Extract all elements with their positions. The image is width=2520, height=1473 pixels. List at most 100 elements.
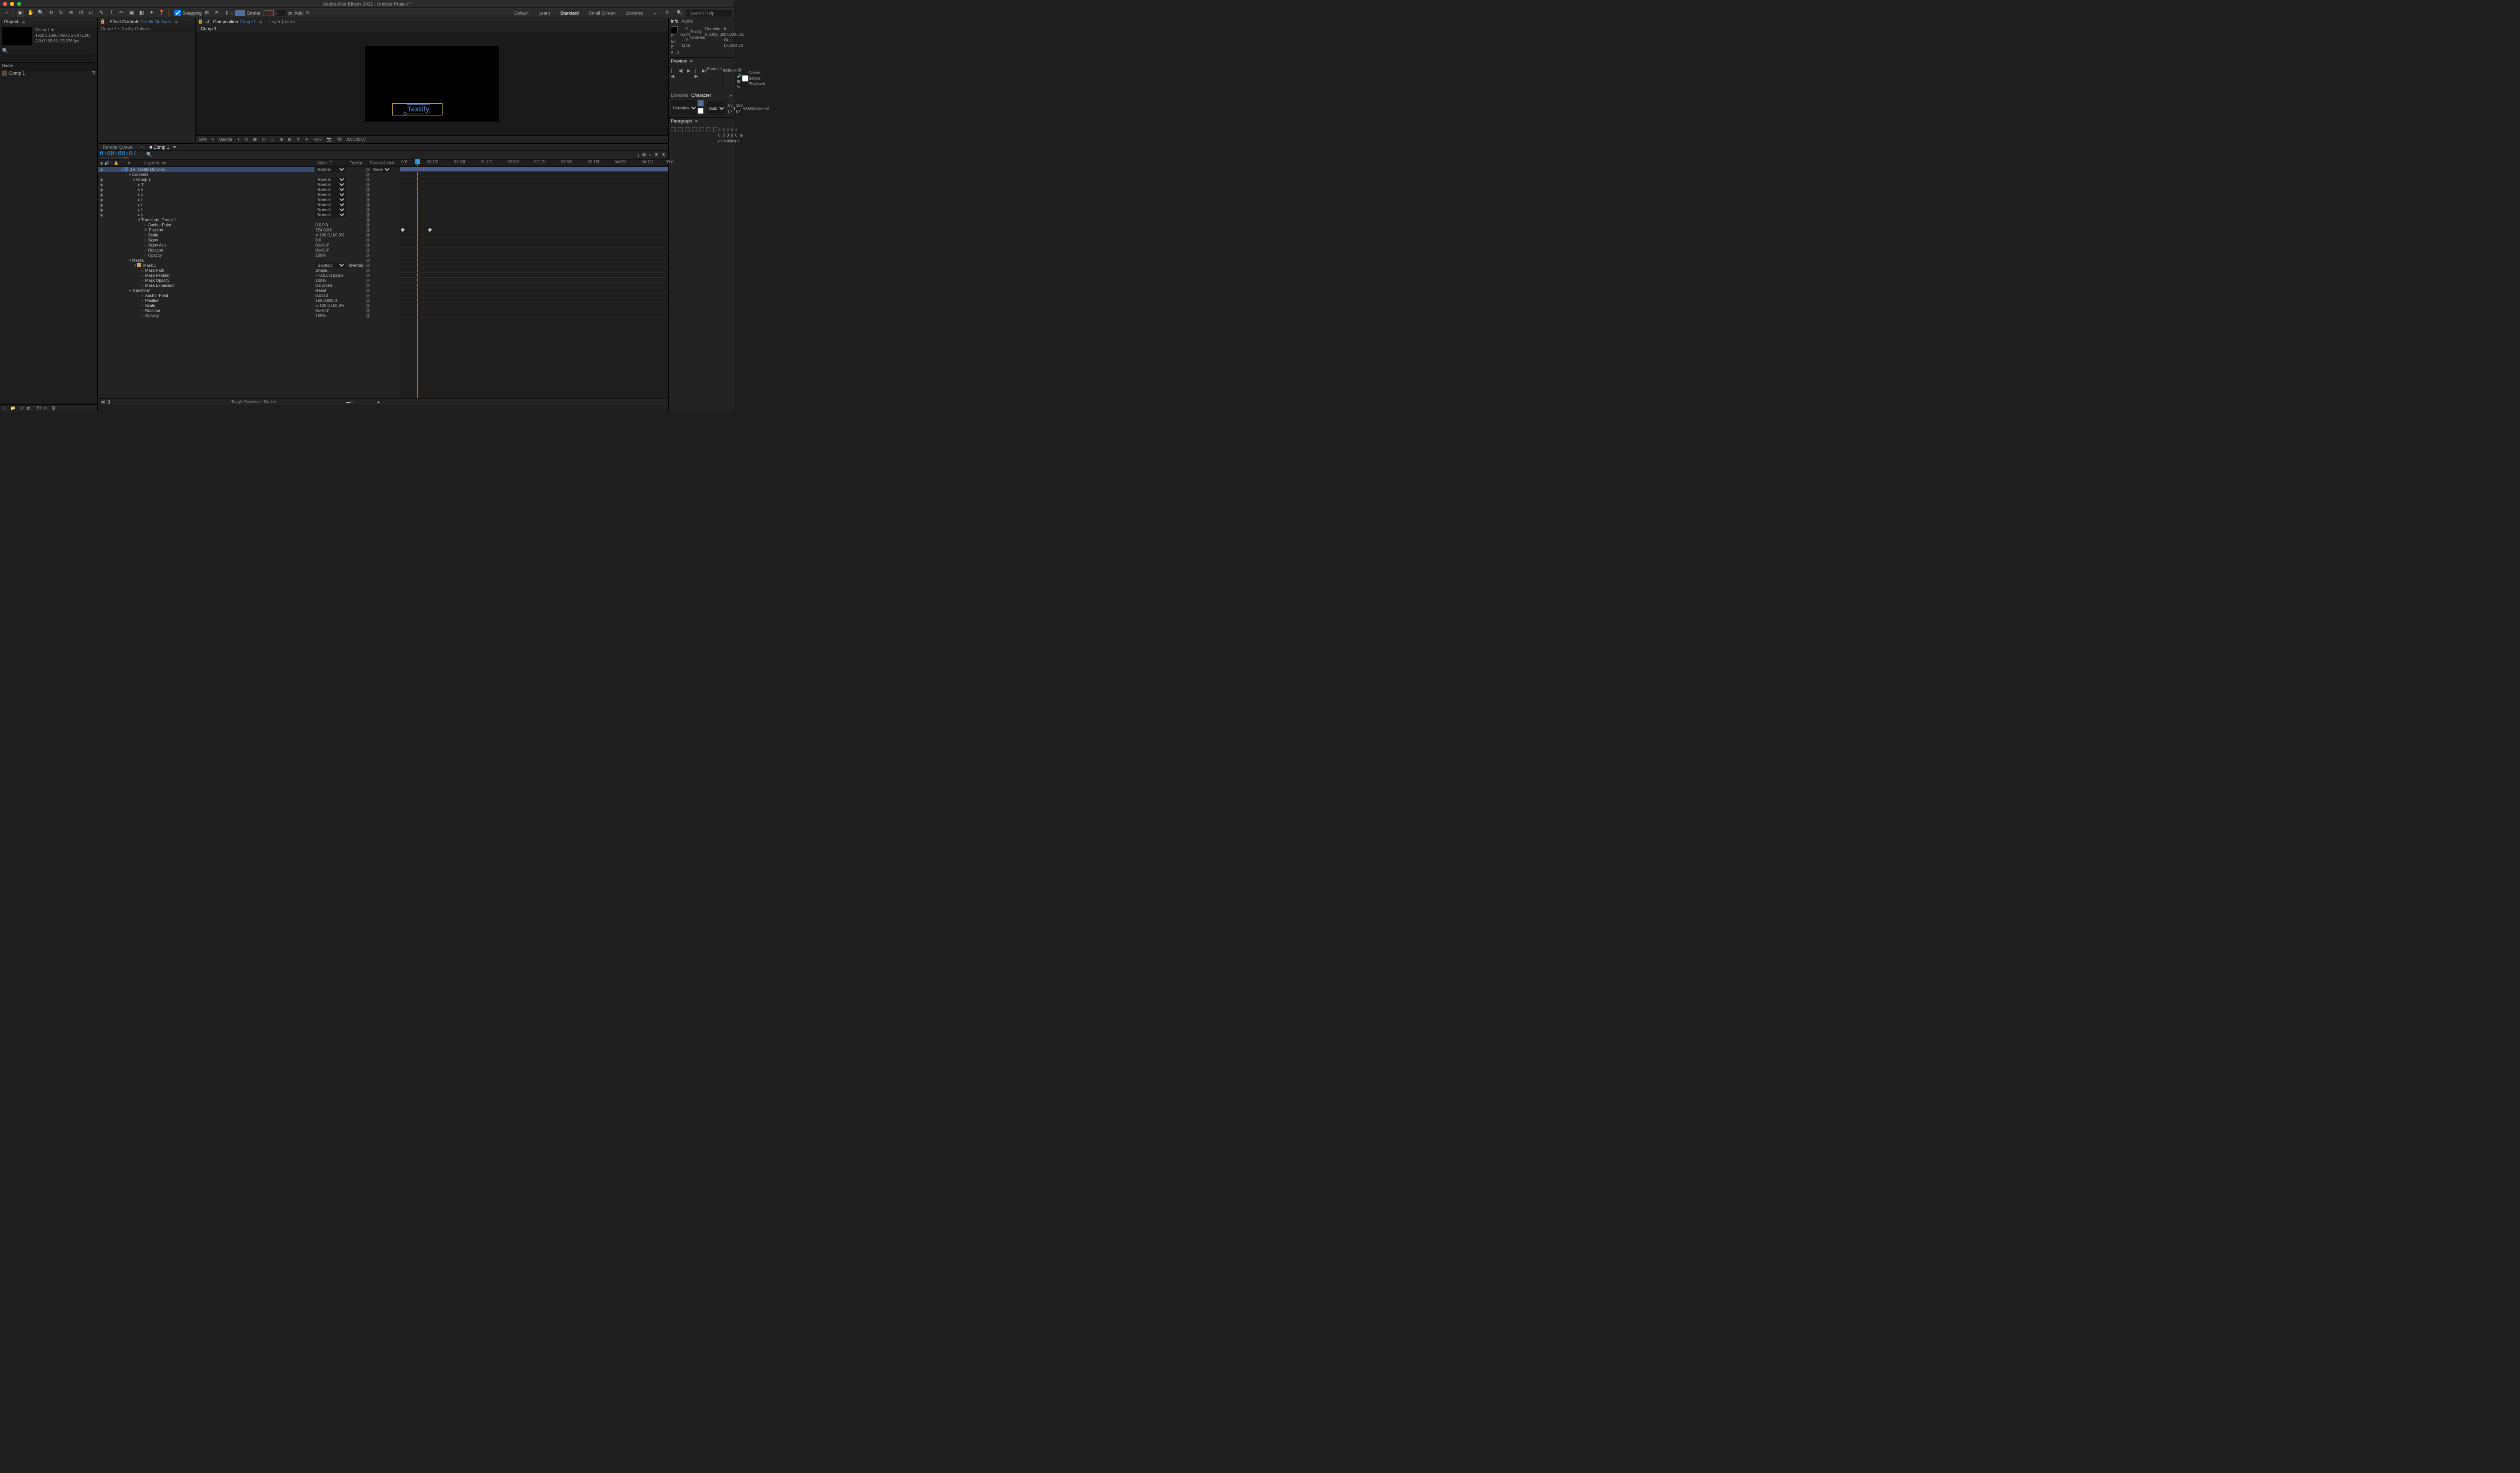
brainstorm-icon[interactable]: ✉	[661, 152, 665, 158]
toggle-switches-button[interactable]: Toggle Switches / Modes	[231, 400, 276, 404]
text-color-swatches[interactable]	[698, 100, 707, 115]
project-search-input[interactable]	[2, 54, 95, 61]
show-snapshot-icon[interactable]: 👁	[337, 137, 342, 142]
expression-link-icon[interactable]: @	[366, 258, 370, 263]
tl-opt-icon[interactable]: ⊡	[104, 400, 108, 404]
property-value[interactable]: 0.0,0.0	[316, 293, 328, 298]
expression-link-icon[interactable]: @	[366, 198, 370, 202]
motion-blur-icon[interactable]: ◐	[649, 152, 651, 158]
fill-swatch[interactable]	[235, 10, 245, 16]
type-tool[interactable]: T	[108, 10, 115, 17]
align-left-button[interactable]	[671, 127, 676, 132]
lock-icon[interactable]: 🔒	[100, 19, 105, 24]
property-value[interactable]: 0x+0.0°	[316, 243, 329, 248]
lock-icon[interactable]: 🔒	[198, 19, 203, 24]
property-value[interactable]: 160.0,940.0	[316, 298, 337, 303]
clone-tool[interactable]: ▣	[128, 10, 135, 17]
roto-tool[interactable]: ✦	[148, 10, 155, 17]
preview-tab[interactable]: Preview	[671, 58, 687, 64]
stopwatch-icon[interactable]: ○	[141, 314, 144, 318]
expression-link-icon[interactable]: @	[366, 253, 370, 258]
composition-tab[interactable]: Composition Comp 1	[211, 19, 258, 25]
interpret-icon[interactable]: ⊡	[3, 406, 7, 410]
leading-input[interactable]: 390 px	[736, 103, 743, 114]
twirl-icon[interactable]: ▾	[129, 258, 131, 263]
grid-icon[interactable]: ⊞	[280, 137, 283, 142]
tracking-input[interactable]: 0	[767, 106, 769, 111]
shy-icon[interactable]: ⟆	[637, 152, 639, 158]
tl-opt2-icon[interactable]: {}	[107, 400, 110, 404]
minimize-window-button[interactable]	[10, 2, 14, 6]
character-tab[interactable]: Character	[691, 93, 712, 98]
paragraph-tab[interactable]: Paragraph	[671, 118, 692, 124]
visibility-toggle[interactable]: ◉	[100, 193, 106, 197]
text-layer-bbox[interactable]: ◇ Textify	[392, 103, 443, 115]
mask-name[interactable]: Mask 1	[143, 263, 156, 268]
pan-behind-tool[interactable]: ⊡	[78, 10, 85, 17]
parent-select[interactable]: None	[371, 167, 391, 172]
panel-chevron-icon[interactable]: »	[729, 93, 732, 98]
audio-switch-icon[interactable]: 🔊	[104, 161, 109, 165]
expand-icon[interactable]: ⊞	[101, 400, 104, 404]
trash-icon[interactable]: 🗑	[51, 406, 56, 410]
workspace-libraries[interactable]: Libraries	[623, 10, 647, 17]
font-style-select[interactable]: Bold	[707, 101, 726, 115]
add-menu-icon[interactable]: ⊙	[306, 10, 310, 16]
project-col-name[interactable]: Name	[2, 64, 13, 68]
property-value[interactable]: 0x+0.0°	[316, 309, 329, 313]
stopwatch-icon[interactable]: ○	[144, 223, 147, 227]
roi-icon[interactable]: ▭	[271, 137, 275, 142]
lock-switch-icon[interactable]: 🔒	[114, 161, 119, 165]
stopwatch-icon[interactable]: ○	[144, 248, 147, 253]
orbit-tool[interactable]: ⟲	[47, 10, 54, 17]
stopwatch-icon[interactable]: ○	[141, 268, 144, 273]
visibility-toggle[interactable]: ◉	[100, 182, 106, 187]
maximize-window-button[interactable]	[17, 2, 21, 6]
fast-preview-icon[interactable]: ⊡	[244, 137, 248, 142]
zoom-slider[interactable]: ○───	[350, 400, 361, 404]
project-tab[interactable]: Project	[2, 19, 20, 25]
mask-mode-select[interactable]: Subtract	[316, 263, 346, 268]
flowchart-icon[interactable]: ⊡	[91, 70, 95, 76]
frame-blend-icon[interactable]: ⊠	[642, 152, 646, 158]
blend-mode-select[interactable]: Normal	[316, 212, 346, 218]
time-ruler[interactable]: :00f 00:12f 01:00f 01:12f 02:00f 02:12f …	[400, 160, 668, 166]
justify-all-button[interactable]	[713, 127, 718, 132]
expression-link-icon[interactable]: @	[366, 248, 370, 253]
eraser-tool[interactable]: ◧	[138, 10, 145, 17]
stopwatch-icon[interactable]: ○	[144, 243, 147, 248]
expression-link-icon[interactable]: @	[366, 218, 370, 222]
resolution-dropdown[interactable]: Quarter	[219, 137, 232, 142]
hand-tool[interactable]: ✋	[27, 10, 34, 17]
time-display[interactable]: 0:00:00:07	[347, 137, 366, 142]
twirl-icon[interactable]: ▾	[134, 263, 136, 268]
stroke-width-input[interactable]	[276, 10, 286, 16]
expression-link-icon[interactable]: @	[366, 288, 370, 293]
font-size-input[interactable]: 96 px	[728, 103, 733, 114]
stopwatch-icon[interactable]: ⏱	[144, 227, 147, 232]
property-value[interactable]: ∞ 100.0,100.0%	[316, 233, 344, 237]
adjust-icon[interactable]: ◩	[27, 406, 31, 410]
camera-tool[interactable]: ⊕	[68, 10, 75, 17]
workspace-reset-icon[interactable]: ⊡	[663, 9, 673, 17]
graph-editor-icon[interactable]: ⊞	[655, 152, 659, 158]
project-item-comp1[interactable]: Comp 1 ⊡	[0, 70, 97, 76]
zoom-out-icon[interactable]: ▬	[346, 400, 350, 404]
transparency-icon[interactable]: ▦	[253, 137, 257, 142]
rotation-tool[interactable]: ↻	[57, 10, 65, 17]
snap-opt2-icon[interactable]: ✕	[213, 10, 220, 17]
expression-link-icon[interactable]: @	[366, 309, 370, 313]
snap-opt-icon[interactable]: ⊞	[203, 10, 210, 17]
stopwatch-icon[interactable]: ○	[141, 278, 144, 283]
folder-icon[interactable]: 📁	[11, 406, 16, 410]
expression-link-icon[interactable]: @	[366, 177, 370, 182]
visibility-toggle[interactable]: ◉	[100, 213, 106, 217]
anchor-point-icon[interactable]: ◇	[403, 111, 407, 116]
font-family-select[interactable]: Helvetica	[671, 100, 698, 115]
property-value[interactable]: 0.0,0.0	[316, 223, 328, 227]
playhead[interactable]	[417, 160, 418, 166]
expression-link-icon[interactable]: @	[366, 283, 370, 288]
info-tab[interactable]: Info	[671, 19, 678, 24]
property-value[interactable]: ∞ 0.0,0.0 pixels	[316, 273, 343, 278]
snapping-toggle[interactable]: Snapping	[174, 10, 202, 16]
